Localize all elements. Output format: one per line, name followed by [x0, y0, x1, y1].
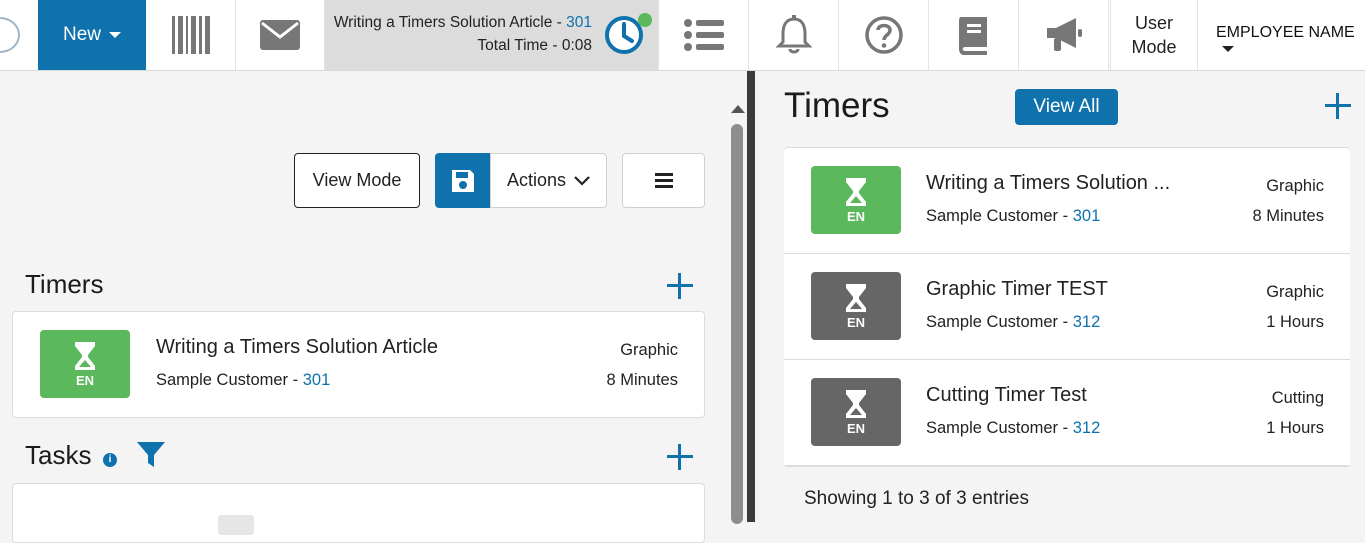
- active-timer[interactable]: Writing a Timers Solution Article - 301 …: [325, 0, 659, 70]
- list-button[interactable]: [659, 0, 749, 70]
- timer-type: Graphic: [620, 341, 678, 359]
- timer-row[interactable]: EN Writing a Timers Solution ... Sample …: [784, 148, 1350, 254]
- actions-dropdown[interactable]: Actions: [490, 153, 607, 208]
- timer-card[interactable]: EN Writing a Timers Solution Article Sam…: [12, 311, 705, 418]
- hourglass-icon: [846, 283, 866, 312]
- barcode-button[interactable]: [146, 0, 236, 70]
- megaphone-icon: [1046, 18, 1082, 51]
- user-mode-label: User Mode: [1131, 13, 1177, 57]
- timer-customer: Sample Customer - 301: [156, 371, 331, 389]
- timer-title: Cutting Timer Test: [926, 384, 1087, 406]
- help-icon: [864, 16, 903, 54]
- placeholder-icon: [218, 515, 254, 535]
- timer-customer: Sample Customer - 301: [926, 207, 1101, 225]
- view-mode-button[interactable]: View Mode: [294, 153, 420, 208]
- tasks-section-title: Tasks: [25, 440, 92, 470]
- list-icon: [683, 19, 724, 51]
- barcode-icon: [171, 16, 210, 54]
- mail-icon: [260, 20, 300, 50]
- hourglass-icon: [846, 177, 866, 206]
- timer-title: Writing a Timers Solution Article: [156, 336, 438, 358]
- logo[interactable]: [0, 17, 20, 53]
- hamburger-icon: [654, 173, 673, 188]
- help-button[interactable]: [839, 0, 929, 70]
- timer-badge: EN: [811, 272, 901, 340]
- new-button-label: New: [62, 24, 101, 45]
- caret-down-icon: [1222, 46, 1234, 52]
- timers-section-title: Timers: [25, 269, 104, 299]
- timer-badge: EN: [811, 166, 901, 234]
- knowledge-base-button[interactable]: [929, 0, 1019, 70]
- active-timer-title: Writing a Timers Solution Article: [333, 14, 553, 31]
- add-timer-right-icon[interactable]: [1325, 93, 1351, 119]
- timer-type: Cutting: [1271, 389, 1324, 407]
- timer-duration: 8 Minutes: [606, 371, 678, 389]
- chevron-down-icon: [574, 175, 590, 186]
- active-timer-total: Total Time - 0:08: [477, 37, 592, 54]
- active-timer-number[interactable]: 301: [566, 14, 592, 31]
- mail-button[interactable]: [236, 0, 325, 70]
- timer-customer: Sample Customer - 312: [926, 419, 1101, 437]
- timer-type: Graphic: [1266, 283, 1324, 301]
- hourglass-icon: [846, 389, 866, 418]
- save-button[interactable]: [435, 153, 491, 208]
- user-mode-button[interactable]: User Mode: [1110, 0, 1198, 70]
- announcements-button[interactable]: [1019, 0, 1109, 70]
- timer-row[interactable]: EN Cutting Timer Test Sample Customer - …: [784, 360, 1350, 466]
- caret-down-icon: [109, 32, 121, 38]
- clock-icon: [605, 13, 652, 54]
- pagination-info: Showing 1 to 3 of 3 entries: [804, 488, 1029, 509]
- filter-icon[interactable]: [136, 441, 166, 469]
- right-timers-title: Timers: [784, 86, 890, 125]
- save-icon: [452, 169, 474, 192]
- timer-badge: EN: [811, 378, 901, 446]
- notifications-button[interactable]: [749, 0, 839, 70]
- view-all-button[interactable]: View All: [1015, 89, 1118, 125]
- bell-icon: [775, 15, 812, 54]
- new-button[interactable]: New: [38, 0, 146, 70]
- tasks-card: [12, 483, 705, 543]
- scroll-thumb[interactable]: [731, 124, 743, 524]
- timer-customer: Sample Customer - 312: [926, 313, 1101, 331]
- top-navbar: New Writing a Timers Solution Article - …: [0, 0, 1365, 71]
- timer-title: Writing a Timers Solution ...: [926, 172, 1171, 194]
- pane-divider[interactable]: [747, 71, 755, 522]
- info-icon[interactable]: i: [103, 453, 117, 467]
- timer-duration: 1 Hours: [1266, 313, 1324, 331]
- add-task-icon[interactable]: [667, 444, 693, 470]
- timer-title: Graphic Timer TEST: [926, 278, 1108, 300]
- timer-duration: 1 Hours: [1266, 419, 1324, 437]
- book-icon: [958, 17, 987, 55]
- timer-type: Graphic: [1266, 177, 1324, 195]
- employee-name: EMPLOYEE NAME: [1216, 24, 1355, 41]
- scroll-up-icon[interactable]: [731, 105, 745, 113]
- timer-badge: EN: [40, 330, 130, 398]
- menu-button[interactable]: [622, 153, 705, 208]
- left-scrollbar[interactable]: [729, 100, 745, 524]
- add-timer-icon[interactable]: [667, 273, 693, 299]
- employee-menu[interactable]: EMPLOYEE NAME: [1216, 24, 1365, 60]
- timer-row[interactable]: EN Graphic Timer TEST Sample Customer - …: [784, 254, 1350, 360]
- timer-duration: 8 Minutes: [1252, 207, 1324, 225]
- hourglass-icon: [75, 341, 95, 370]
